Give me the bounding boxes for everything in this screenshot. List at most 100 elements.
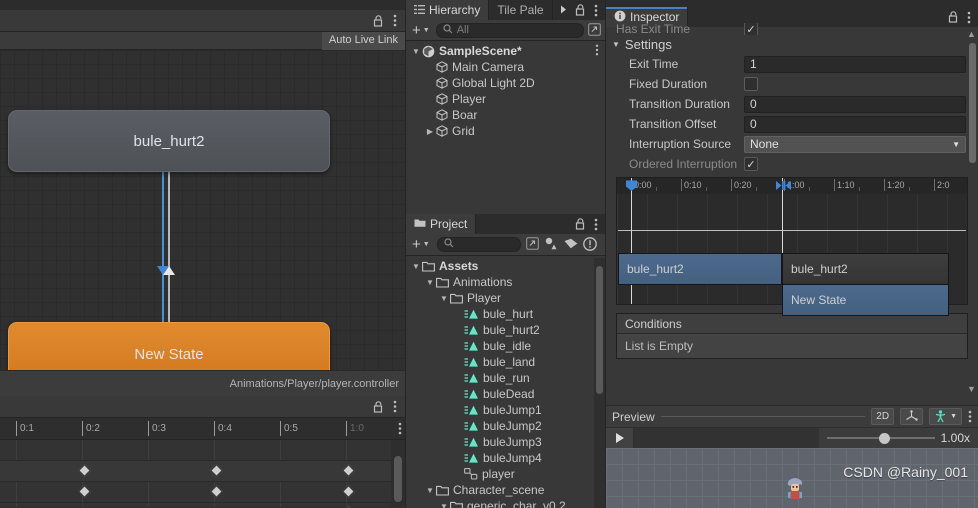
- tree-item-bule-hurt[interactable]: ▼bule_hurt: [406, 306, 605, 322]
- timeline-clip-source[interactable]: bule_hurt2: [618, 253, 782, 285]
- pivot-icon[interactable]: [900, 408, 924, 425]
- tree-item-bulejump2[interactable]: ▼buleJump2: [406, 418, 605, 434]
- property-row-transition-duration[interactable]: Transition Duration 0: [606, 94, 978, 114]
- kebab-menu-icon[interactable]: [393, 14, 397, 27]
- tree-item-boar[interactable]: ▼Boar: [406, 107, 605, 123]
- transition-line-incoming[interactable]: [162, 172, 164, 322]
- chevron-down-icon[interactable]: ▼: [424, 278, 436, 287]
- tree-item-character-scene[interactable]: ▼ Character_scene: [406, 482, 605, 498]
- keyframe-diamond[interactable]: [342, 485, 355, 498]
- tree-item-grid[interactable]: ▶ Grid: [406, 123, 605, 139]
- property-row-exit-time[interactable]: Exit Time 1: [606, 54, 978, 74]
- tree-item-bulejump3[interactable]: ▼buleJump3: [406, 434, 605, 450]
- property-row-fixed-duration[interactable]: Fixed Duration: [606, 74, 978, 94]
- chevron-down-icon[interactable]: ▼: [438, 502, 450, 508]
- keyframe-diamond[interactable]: [78, 464, 91, 477]
- scroll-up-arrow-icon[interactable]: ▲: [967, 29, 976, 39]
- dopesheet-scrollbar[interactable]: [391, 440, 405, 507]
- preview-scrub-track[interactable]: [634, 427, 819, 449]
- project-asset-tree[interactable]: ▼Assets▼Animations▼Player▼bule_hurt▼bule…: [406, 256, 605, 508]
- tree-item-player[interactable]: ▼player: [406, 466, 605, 482]
- open-in-new-window-icon[interactable]: [525, 237, 539, 252]
- filter-by-type-icon[interactable]: [544, 237, 559, 252]
- exit-time-field[interactable]: 1: [744, 55, 966, 73]
- lock-icon[interactable]: [575, 4, 586, 16]
- chevron-down-icon[interactable]: ▼: [410, 262, 422, 271]
- transition-offset-field[interactable]: 0: [744, 115, 966, 133]
- preview-viewport[interactable]: CSDN @Rainy_001: [606, 448, 978, 508]
- tree-item-main-camera[interactable]: ▼Main Camera: [406, 59, 605, 75]
- keyframe-diamond[interactable]: [210, 485, 223, 498]
- tab-tile-palette[interactable]: Tile Pale: [489, 0, 553, 20]
- scrollbar-thumb[interactable]: [969, 43, 976, 163]
- chevron-right-icon[interactable]: [560, 4, 567, 16]
- tree-item-buledead[interactable]: ▼buleDead: [406, 386, 605, 402]
- tree-item-assets[interactable]: ▼ Assets: [406, 258, 605, 274]
- tree-item-generic-char-v0-2[interactable]: ▼ generic_char_v0.2: [406, 498, 605, 508]
- tree-item-player[interactable]: ▼Player: [406, 290, 605, 306]
- lock-icon[interactable]: [948, 11, 959, 23]
- animation-dopesheet[interactable]: [0, 440, 405, 508]
- property-row-interruption-source[interactable]: Interruption Source None ▼: [606, 134, 978, 154]
- transition-timeline[interactable]: 0:00 0:10 0:20 1:00 1:10 1:20 2:0 bule_hurt2 b…: [616, 177, 968, 316]
- property-row-has-exit-time[interactable]: Has Exit Time ✓: [606, 23, 978, 35]
- tree-item-bule-run[interactable]: ▼bule_run: [406, 370, 605, 386]
- slider-knob[interactable]: [878, 433, 890, 444]
- state-node-bule-hurt2[interactable]: bule_hurt2: [8, 110, 330, 172]
- keyframe-diamond[interactable]: [78, 485, 91, 498]
- tree-item-bule-land[interactable]: ▼bule_land: [406, 354, 605, 370]
- create-asset-button[interactable]: + ▼: [410, 237, 432, 252]
- scrollbar-thumb[interactable]: [394, 456, 402, 502]
- dopesheet-row[interactable]: [0, 482, 405, 503]
- fixed-duration-checkbox[interactable]: [744, 77, 758, 91]
- console-error-icon[interactable]: [582, 236, 597, 253]
- lock-icon[interactable]: [373, 14, 384, 27]
- chevron-down-icon[interactable]: ▼: [410, 47, 422, 56]
- timeline-start-marker-icon[interactable]: [625, 179, 638, 192]
- dopesheet-row[interactable]: [0, 503, 405, 508]
- tree-item-bule-idle[interactable]: ▼bule_idle: [406, 338, 605, 354]
- property-row-transition-offset[interactable]: Transition Offset 0: [606, 114, 978, 134]
- tree-item-bulejump1[interactable]: ▼buleJump1: [406, 402, 605, 418]
- animator-state-graph[interactable]: bule_hurt2 New State: [0, 50, 405, 370]
- timeline-start-playhead[interactable]: [631, 178, 632, 304]
- auto-live-link-button[interactable]: Auto Live Link: [321, 31, 405, 50]
- transition-line-outgoing[interactable]: [168, 172, 170, 322]
- dopesheet-row[interactable]: [0, 461, 405, 482]
- kebab-menu-icon[interactable]: [594, 218, 598, 231]
- state-node-new-state[interactable]: New State: [8, 322, 330, 370]
- create-gameobject-button[interactable]: + ▼: [410, 23, 432, 38]
- transition-timeline-ruler[interactable]: 0:00 0:10 0:20 1:00 1:10 1:20 2:0: [617, 178, 967, 194]
- ruler-kebab-icon[interactable]: [398, 422, 402, 438]
- tab-project[interactable]: Project: [406, 214, 477, 234]
- keyframe-diamond[interactable]: [210, 464, 223, 477]
- avatar-icon[interactable]: ▼: [929, 408, 962, 425]
- tree-item-player[interactable]: ▼Player: [406, 91, 605, 107]
- lock-icon[interactable]: [575, 218, 586, 230]
- kebab-menu-icon[interactable]: [968, 410, 972, 423]
- tree-item-bulejump4[interactable]: ▼buleJump4: [406, 450, 605, 466]
- settings-foldout[interactable]: ▼ Settings: [606, 35, 978, 54]
- hierarchy-search-input[interactable]: All: [435, 22, 584, 38]
- hierarchy-tree[interactable]: ▼ SampleScene*▼Main Camera▼Global Light 2…: [406, 41, 605, 139]
- animation-time-ruler[interactable]: 0:1 0:2 0:3 0:4 0:5 1:0: [0, 418, 405, 440]
- has-exit-time-checkbox[interactable]: ✓: [744, 23, 758, 35]
- kebab-menu-icon[interactable]: [595, 44, 605, 59]
- chevron-down-icon[interactable]: ▼: [438, 294, 450, 303]
- transition-duration-field[interactable]: 0: [744, 95, 966, 113]
- open-in-new-window-icon[interactable]: [588, 22, 601, 38]
- play-icon[interactable]: [606, 427, 634, 449]
- tree-item-global-light-2d[interactable]: ▼Global Light 2D: [406, 75, 605, 91]
- timeline-clip-destination-top[interactable]: bule_hurt2: [782, 253, 949, 285]
- timeline-transition-marker-icon[interactable]: [775, 179, 792, 192]
- lock-icon[interactable]: [373, 400, 384, 413]
- interruption-source-dropdown[interactable]: None ▼: [744, 135, 966, 153]
- project-search-input[interactable]: [436, 237, 521, 252]
- filter-by-label-icon[interactable]: [564, 238, 578, 251]
- preview-2d-toggle[interactable]: 2D: [871, 408, 895, 425]
- speed-slider[interactable]: [826, 432, 935, 444]
- tree-item-bule-hurt2[interactable]: ▼bule_hurt2: [406, 322, 605, 338]
- kebab-menu-icon[interactable]: [594, 4, 598, 17]
- scrollbar-thumb[interactable]: [596, 266, 603, 394]
- kebab-menu-icon[interactable]: [393, 400, 397, 413]
